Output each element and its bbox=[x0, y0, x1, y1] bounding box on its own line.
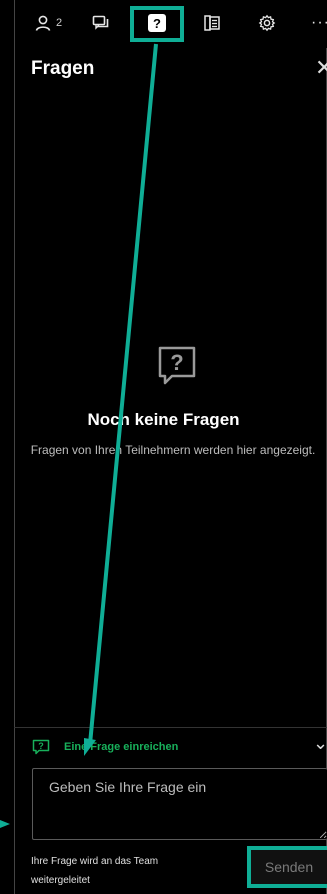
notes-tab[interactable] bbox=[203, 10, 221, 36]
chat-tab[interactable] bbox=[92, 10, 110, 36]
active-tab-highlight bbox=[130, 6, 184, 42]
submit-question-toggle[interactable]: ? Eine Frage einreichen bbox=[32, 739, 178, 755]
chat-icon bbox=[92, 15, 109, 30]
participants-count: 2 bbox=[56, 17, 63, 29]
question-bubble-icon: ? bbox=[158, 346, 196, 385]
person-icon bbox=[35, 15, 51, 31]
svg-text:?: ? bbox=[38, 741, 44, 751]
send-button[interactable]: Senden bbox=[251, 850, 327, 884]
forward-note: Ihre Frage wird an das Team weitergeleit… bbox=[31, 856, 159, 886]
empty-state-title: Noch keine Fragen bbox=[87, 410, 240, 429]
panel-title: Fragen bbox=[31, 58, 95, 79]
svg-text:?: ? bbox=[170, 350, 183, 375]
top-toolbar: 2 ? ··· bbox=[0, 0, 327, 48]
notes-icon bbox=[204, 15, 220, 31]
settings-tab[interactable] bbox=[258, 10, 276, 36]
more-icon[interactable]: ··· bbox=[311, 10, 327, 36]
question-input[interactable] bbox=[32, 768, 327, 840]
settings-icon bbox=[258, 14, 276, 32]
chevron-down-icon[interactable]: ⌄ bbox=[313, 733, 327, 754]
empty-state-description: Fragen von Ihren Teilnehmern werden hier… bbox=[30, 443, 316, 457]
section-divider bbox=[14, 727, 327, 728]
question-small-icon: ? bbox=[32, 739, 50, 755]
close-icon[interactable]: ✕ bbox=[315, 55, 327, 81]
submit-question-label: Eine Frage einreichen bbox=[64, 741, 179, 753]
left-edge bbox=[14, 0, 15, 894]
participants-tab[interactable]: 2 bbox=[34, 10, 62, 36]
